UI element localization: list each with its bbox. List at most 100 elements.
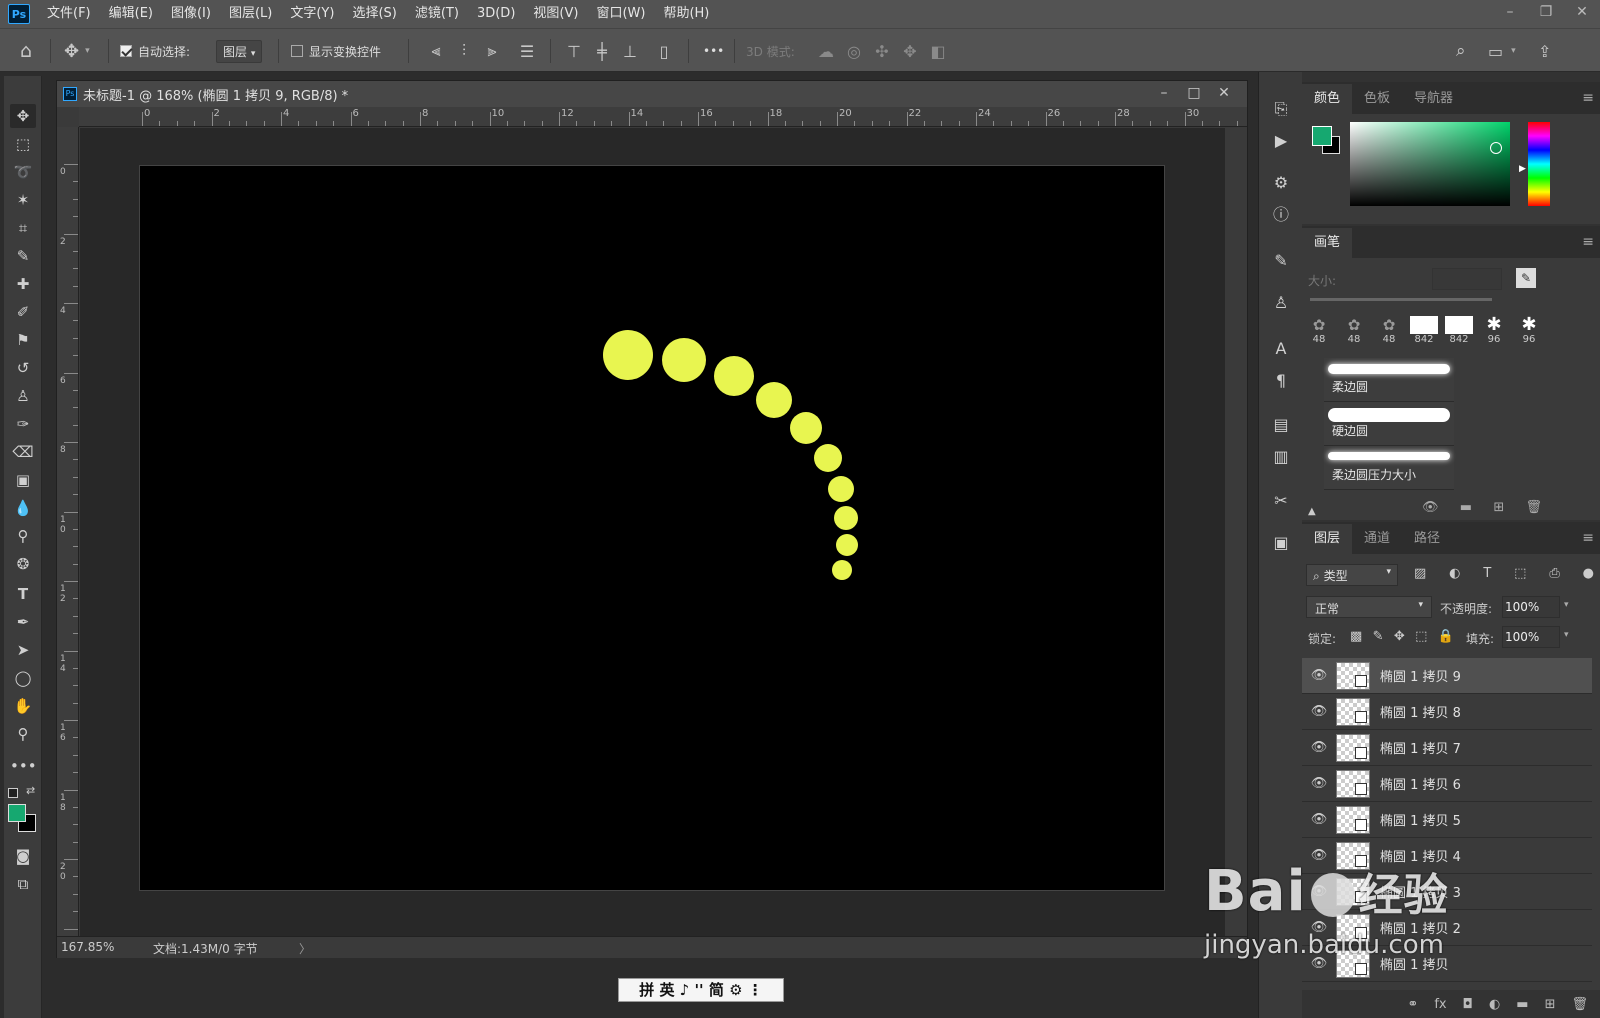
ellipse-shape[interactable] (832, 560, 852, 580)
lasso-tool-icon[interactable]: ➰ (10, 160, 36, 184)
tab-layers[interactable]: 图层 (1302, 524, 1353, 554)
menu-filter[interactable]: 滤镜(T) (406, 0, 468, 28)
history-brush-icon[interactable]: ↺ (10, 356, 36, 380)
3d-pan-icon[interactable]: ✣ (868, 42, 896, 61)
color-field[interactable] (1350, 122, 1510, 206)
layer-row[interactable]: 👁 椭圆 1 拷贝 6 (1302, 766, 1592, 802)
tab-paths[interactable]: 路径 (1402, 524, 1452, 554)
lock-pixels-icon[interactable]: ✎ (1373, 629, 1384, 644)
brush-folder-icon[interactable]: ▬ (1460, 500, 1472, 515)
visibility-eye-icon[interactable]: 👁 (1302, 668, 1336, 683)
zoom-level[interactable]: 167.85% (61, 940, 114, 954)
doc-maximize-icon[interactable]: □ (1179, 81, 1209, 107)
checkbox-checked-icon[interactable] (120, 45, 132, 57)
layer-row[interactable]: 👁 椭圆 1 拷贝 9 (1302, 658, 1592, 694)
show-transform-checkbox[interactable]: 显示变换控件 (291, 29, 381, 73)
tab-channels[interactable]: 通道 (1352, 524, 1402, 554)
brush-footer-slider-icon[interactable]: ▲ (1308, 506, 1316, 517)
gradient-tool-icon[interactable]: ▣ (10, 468, 36, 492)
distribute-vertical-icon[interactable]: ▯ (644, 42, 684, 61)
tab-brushes[interactable]: 画笔 (1302, 228, 1353, 258)
new-brush-icon[interactable]: ✎ (1516, 268, 1536, 288)
align-top-icon[interactable]: ⊤ (560, 42, 588, 61)
brush-preset-item[interactable]: ✿ 48 (1302, 316, 1336, 350)
libraries-icon[interactable]: ▣ (1267, 530, 1295, 556)
ellipse-shape[interactable] (714, 356, 754, 396)
blend-mode-dropdown[interactable]: 正常 ▾ (1306, 596, 1432, 618)
ellipse-shape[interactable] (662, 338, 706, 382)
layer-mask-icon[interactable]: ◘ (1463, 997, 1473, 1012)
brush-size-field[interactable] (1432, 268, 1502, 290)
3d-roll-icon[interactable]: ◎ (840, 42, 868, 61)
fill-chevron-icon[interactable]: ▾ (1564, 630, 1569, 640)
stamp-icon[interactable]: ♙ (10, 384, 36, 408)
adjustment-layer-icon[interactable]: ◐ (1489, 997, 1500, 1012)
layer-filter-dropdown[interactable]: ⌕ 类型 ▾ (1306, 564, 1398, 586)
align-hcenter-icon[interactable]: ⫶ (450, 41, 478, 61)
pen-tool-icon[interactable]: ✒ (10, 610, 36, 634)
menu-file[interactable]: 文件(F) (38, 0, 100, 28)
menu-view[interactable]: 视图(V) (524, 0, 587, 28)
ime-toolbar[interactable]: 拼 英 ♪ '' 简 ⚙ ⋮ (618, 978, 784, 1002)
align-left-icon[interactable]: ⫷ (422, 41, 450, 61)
auto-select-target-dropdown[interactable]: 图层 ▾ (216, 39, 263, 63)
hand-tool-icon[interactable]: ✋ (10, 694, 36, 718)
brush-settings-icon[interactable]: ✎ (1267, 248, 1295, 274)
marquee-tool-icon[interactable]: ⬚ (10, 132, 36, 156)
auto-select-checkbox[interactable]: 自动选择: (120, 29, 190, 73)
brush-stroke-item[interactable]: 柔边圆压力大小 (1324, 446, 1454, 490)
document-title-bar[interactable]: Ps 未标题-1 @ 168% (椭圆 1 拷贝 9, RGB/8) * (57, 81, 1247, 107)
tab-color[interactable]: 颜色 (1302, 84, 1353, 114)
delete-layer-icon[interactable]: 🗑 (1571, 997, 1588, 1012)
brush-preset-item[interactable]: ✱ 96 (1477, 316, 1511, 350)
ellipse-shape[interactable] (603, 330, 653, 380)
workspace-icon[interactable]: ▭ ▾ (1488, 29, 1516, 73)
paragraph-icon[interactable]: ¶ (1267, 368, 1295, 394)
brush-preset-item[interactable]: ✿ 48 (1337, 316, 1371, 350)
move-tool-icon[interactable]: ✥ (10, 104, 36, 128)
fill-field[interactable]: 100% (1502, 626, 1560, 648)
doc-minimize-icon[interactable]: – (1149, 81, 1179, 107)
tool-presets-icon[interactable]: ✂ (1267, 488, 1295, 514)
layer-row[interactable]: 👁 椭圆 1 拷贝 7 (1302, 730, 1592, 766)
lock-position-icon[interactable]: ✥ (1394, 629, 1405, 644)
lock-transparency-icon[interactable]: ▩ (1350, 629, 1362, 644)
menu-edit[interactable]: 编辑(E) (100, 0, 162, 28)
new-brush-preset-icon[interactable]: ⊞ (1493, 500, 1504, 515)
minimize-icon[interactable]: – (1492, 0, 1528, 28)
3d-slide-icon[interactable]: ✥ (896, 42, 924, 61)
more-options-button[interactable]: ••• (703, 29, 724, 73)
lock-artboard-icon[interactable]: ⬚ (1415, 629, 1427, 644)
home-icon[interactable]: ⌂ (20, 29, 32, 73)
share-icon[interactable]: ⇪ (1538, 29, 1551, 73)
type-tool-icon[interactable]: T (10, 582, 36, 606)
move-tool-icon[interactable]: ✥ ▾ (64, 29, 90, 73)
distribute-icon[interactable]: ☰ (506, 42, 548, 61)
delete-brush-icon[interactable]: 🗑 (1525, 500, 1542, 515)
ellipse-shape[interactable] (834, 506, 858, 530)
tab-navigator[interactable]: 导航器 (1402, 84, 1465, 114)
visibility-eye-icon[interactable]: 👁 (1302, 740, 1336, 755)
default-colors-icon[interactable] (8, 788, 18, 798)
visibility-eye-icon[interactable]: 👁 (1302, 776, 1336, 791)
eyedropper-icon[interactable]: ✎ (10, 244, 36, 268)
layer-row[interactable]: 👁 椭圆 1 拷贝 5 (1302, 802, 1592, 838)
properties-icon[interactable]: ▤ (1267, 412, 1295, 438)
align-bottom-icon[interactable]: ⊥ (616, 42, 644, 61)
new-group-icon[interactable]: ▬ (1516, 997, 1528, 1012)
history-panel-icon[interactable]: ⎘ (1267, 96, 1295, 122)
brush-panel-menu-icon[interactable]: ≡ (1582, 234, 1594, 250)
filter-shape-icon[interactable]: ⬚ (1514, 566, 1526, 581)
search-icon[interactable]: ⌕ (1456, 29, 1466, 73)
filter-toggle-icon[interactable]: ● (1583, 566, 1594, 581)
sponge-tool-icon[interactable]: ❂ (10, 552, 36, 576)
brush-stroke-item[interactable]: 硬边圆 (1324, 402, 1454, 446)
ellipse-shape[interactable] (814, 444, 842, 472)
blur-tool-icon[interactable]: 💧 (10, 496, 36, 520)
zoom-tool-icon[interactable]: ⚲ (10, 722, 36, 746)
color-picker-handle[interactable] (1490, 142, 1502, 154)
menu-help[interactable]: 帮助(H) (654, 0, 718, 28)
ellipse-shape[interactable] (828, 476, 854, 502)
path-selection-icon[interactable]: ➤ (10, 638, 36, 662)
ellipse-shape[interactable] (836, 534, 858, 556)
